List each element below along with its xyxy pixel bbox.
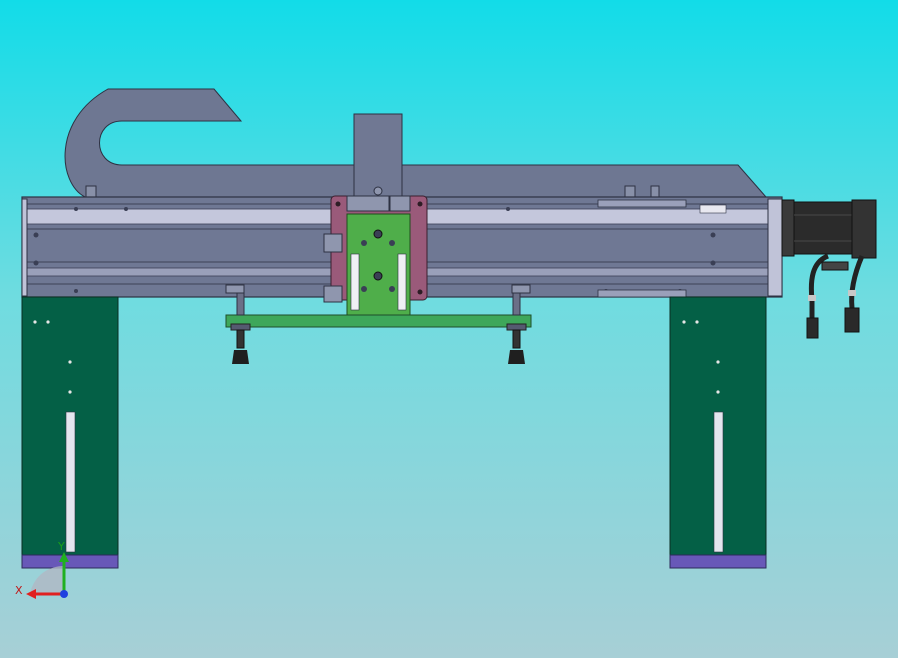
cad-viewport[interactable]: X Y [0, 0, 898, 658]
leg-slot-right [713, 411, 724, 553]
vacuum-nut-right [506, 323, 527, 331]
top-fitting-right-2 [650, 185, 660, 199]
cable-clip [821, 261, 849, 271]
actuator-bolt [506, 207, 510, 211]
cable-connector [806, 317, 819, 339]
suction-stem-right [512, 329, 521, 349]
carriage-bolt [335, 201, 341, 207]
actuator-bolt [710, 260, 716, 266]
suction-cup-right [508, 350, 525, 364]
carriage-bolt [417, 289, 423, 295]
sensor-block-bottom [323, 285, 343, 303]
stepper-motor-flange [781, 199, 795, 257]
leg-hole [46, 320, 50, 324]
foot-plate-left [21, 554, 119, 569]
vacuum-fitting-left [225, 284, 245, 294]
cable-sleeve [848, 290, 856, 296]
slider-bolt [389, 240, 395, 246]
slider-bolt [373, 271, 383, 281]
slider-guide-right [397, 253, 407, 311]
actuator-label-plate [699, 204, 727, 214]
y-axis-label: Y [57, 540, 65, 553]
vertical-mount-block [353, 113, 403, 200]
slider-bolt [361, 286, 367, 292]
vacuum-fitting-right [511, 284, 531, 294]
actuator-limit-bracket [597, 199, 687, 208]
cable-sleeve [808, 295, 816, 301]
suction-cup-left [232, 350, 249, 364]
leg-hole [682, 320, 686, 324]
motor-cable [849, 255, 865, 309]
z-axis-origin [60, 590, 68, 598]
vacuum-stem-left [236, 292, 245, 316]
carriage-screw [373, 186, 383, 196]
gripper-crossbar [225, 314, 532, 328]
actuator-bolt [710, 232, 716, 238]
leg-hole [68, 360, 72, 364]
vacuum-nut-left [230, 323, 251, 331]
actuator-limit-bracket [597, 289, 687, 298]
slider-bolt [389, 286, 395, 292]
carriage-top-block [389, 195, 411, 212]
cable-connector [844, 307, 860, 333]
leg-hole [716, 390, 720, 394]
slider-guide-left [350, 253, 360, 311]
suction-stem-left [236, 329, 245, 349]
actuator-bolt [33, 260, 39, 266]
carriage-top-block [346, 195, 390, 212]
actuator-bolt [74, 207, 78, 211]
x-axis-label: X [15, 584, 23, 597]
actuator-bolt [124, 207, 128, 211]
leg-hole [695, 320, 699, 324]
leg-hole [716, 360, 720, 364]
slider-bolt [373, 229, 383, 239]
sensor-block-top [323, 233, 343, 253]
foot-plate-right [669, 554, 767, 569]
top-fitting-right [624, 185, 636, 199]
actuator-bolt [74, 289, 78, 293]
top-fitting-left [85, 185, 97, 199]
cable-carrier [64, 88, 768, 198]
actuator-end-cap [767, 198, 783, 297]
carriage-bolt [417, 201, 423, 207]
actuator-left-cap [21, 198, 28, 297]
vacuum-stem-right [512, 292, 521, 316]
slider-bolt [361, 240, 367, 246]
leg-hole [33, 320, 37, 324]
actuator-bolt [33, 232, 39, 238]
leg-hole [68, 390, 72, 394]
leg-slot-left [65, 411, 76, 553]
motor-end-cap [851, 199, 877, 259]
